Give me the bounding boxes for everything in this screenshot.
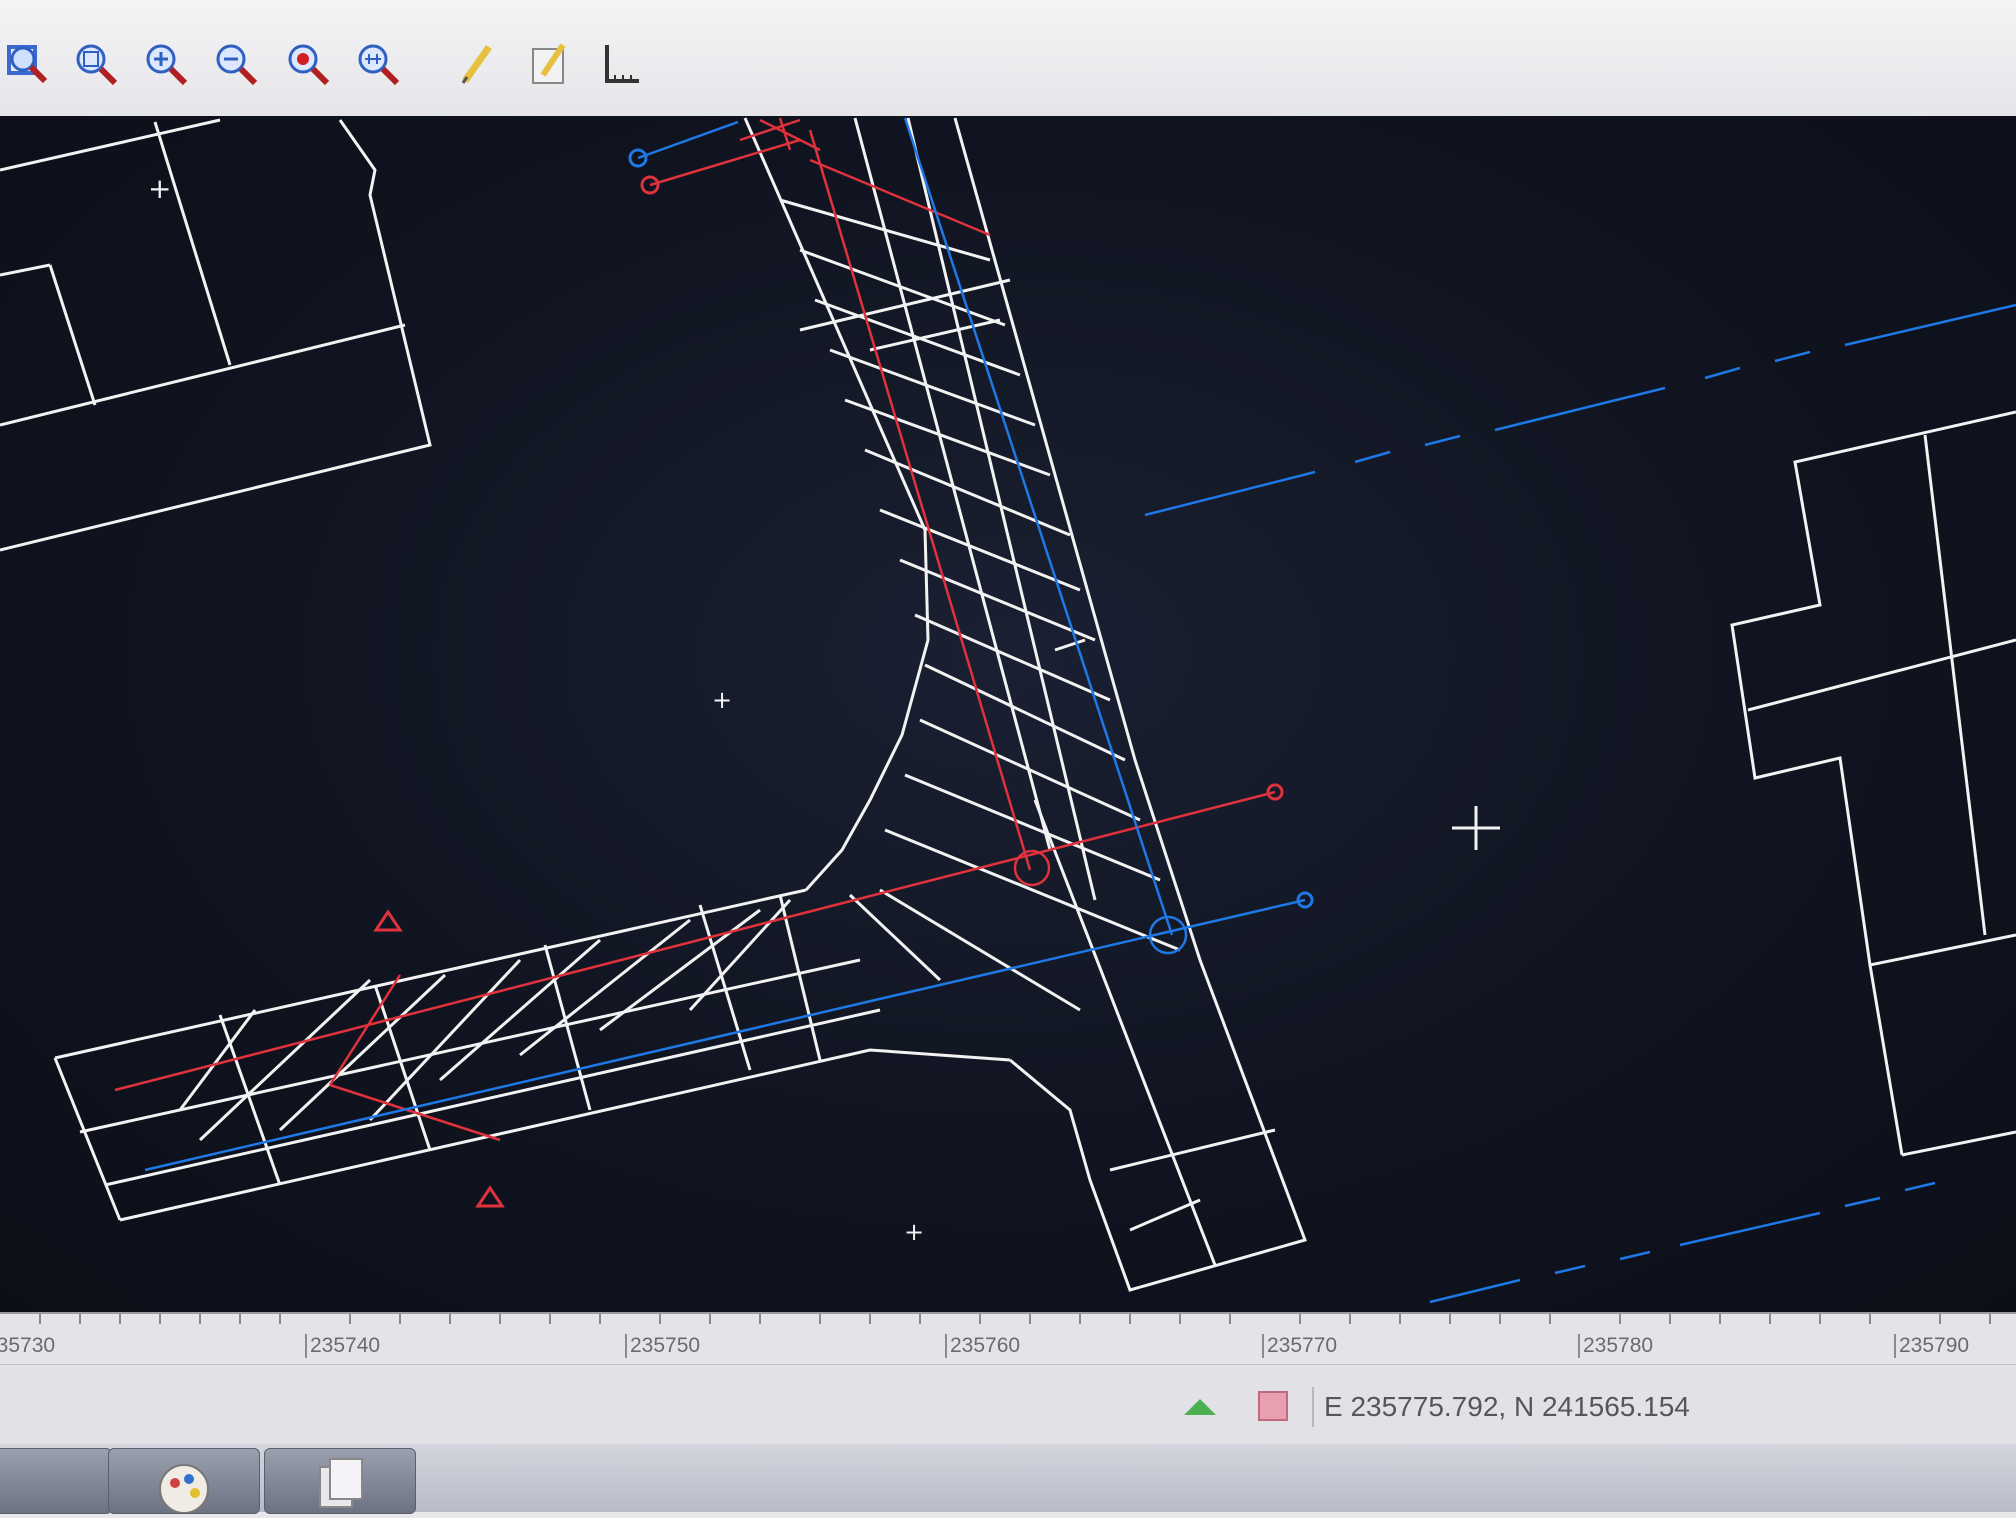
layer-color-icon[interactable] <box>1258 1391 1288 1421</box>
toolbar <box>0 0 2016 118</box>
building-outline-right <box>1730 410 2016 1157</box>
folder-icon[interactable] <box>0 1448 112 1514</box>
red-triangle-marker <box>373 909 403 932</box>
zoom-previous-icon[interactable] <box>350 34 406 94</box>
taskbar <box>0 1444 2016 1514</box>
zoom-extent-icon[interactable] <box>0 34 56 94</box>
ruler-label: 235790 <box>1894 1334 1969 1358</box>
files-icon[interactable] <box>264 1448 416 1514</box>
snap-indicator-icon[interactable] <box>1180 1395 1220 1424</box>
road-corridor-vertical <box>743 117 1307 1292</box>
ruler-label: 235780 <box>1578 1334 1653 1358</box>
ruler-label: 235750 <box>625 1334 700 1358</box>
status-bar: E 235775.792, N 241565.154 <box>0 1364 2016 1445</box>
zoom-window-icon[interactable] <box>68 34 124 94</box>
svg-text:+: + <box>712 686 732 714</box>
crosshair-cursor-icon <box>1452 806 1500 850</box>
measure-angle-icon[interactable] <box>594 34 650 94</box>
road-corridor-horizontal <box>53 888 1081 1222</box>
pencil-edit-icon[interactable] <box>450 34 506 94</box>
map-canvas[interactable]: + + + <box>0 116 2016 1312</box>
paint-icon[interactable] <box>108 1448 260 1514</box>
zoom-in-icon[interactable] <box>138 34 194 94</box>
zoom-selection-icon[interactable] <box>280 34 336 94</box>
ruler-label: 235770 <box>1262 1334 1337 1358</box>
ruler-label: 235760 <box>945 1334 1020 1358</box>
ruler-label: 235730 <box>0 1334 55 1358</box>
ruler-label: 235740 <box>305 1334 380 1358</box>
red-utility-lines <box>114 117 1276 1142</box>
coordinate-ruler: 235730 235740 235750 235760 235770 23578… <box>0 1312 2016 1366</box>
cursor-coordinates: E 235775.792, N 241565.154 <box>1312 1387 1690 1427</box>
svg-text:+: + <box>904 1218 924 1246</box>
zoom-out-icon[interactable] <box>208 34 264 94</box>
blue-utility-lines <box>144 117 2016 1304</box>
red-triangle-marker <box>475 1185 505 1208</box>
svg-text:+: + <box>148 172 171 205</box>
note-edit-icon[interactable] <box>522 34 578 94</box>
building-outline-top-left <box>0 118 432 552</box>
